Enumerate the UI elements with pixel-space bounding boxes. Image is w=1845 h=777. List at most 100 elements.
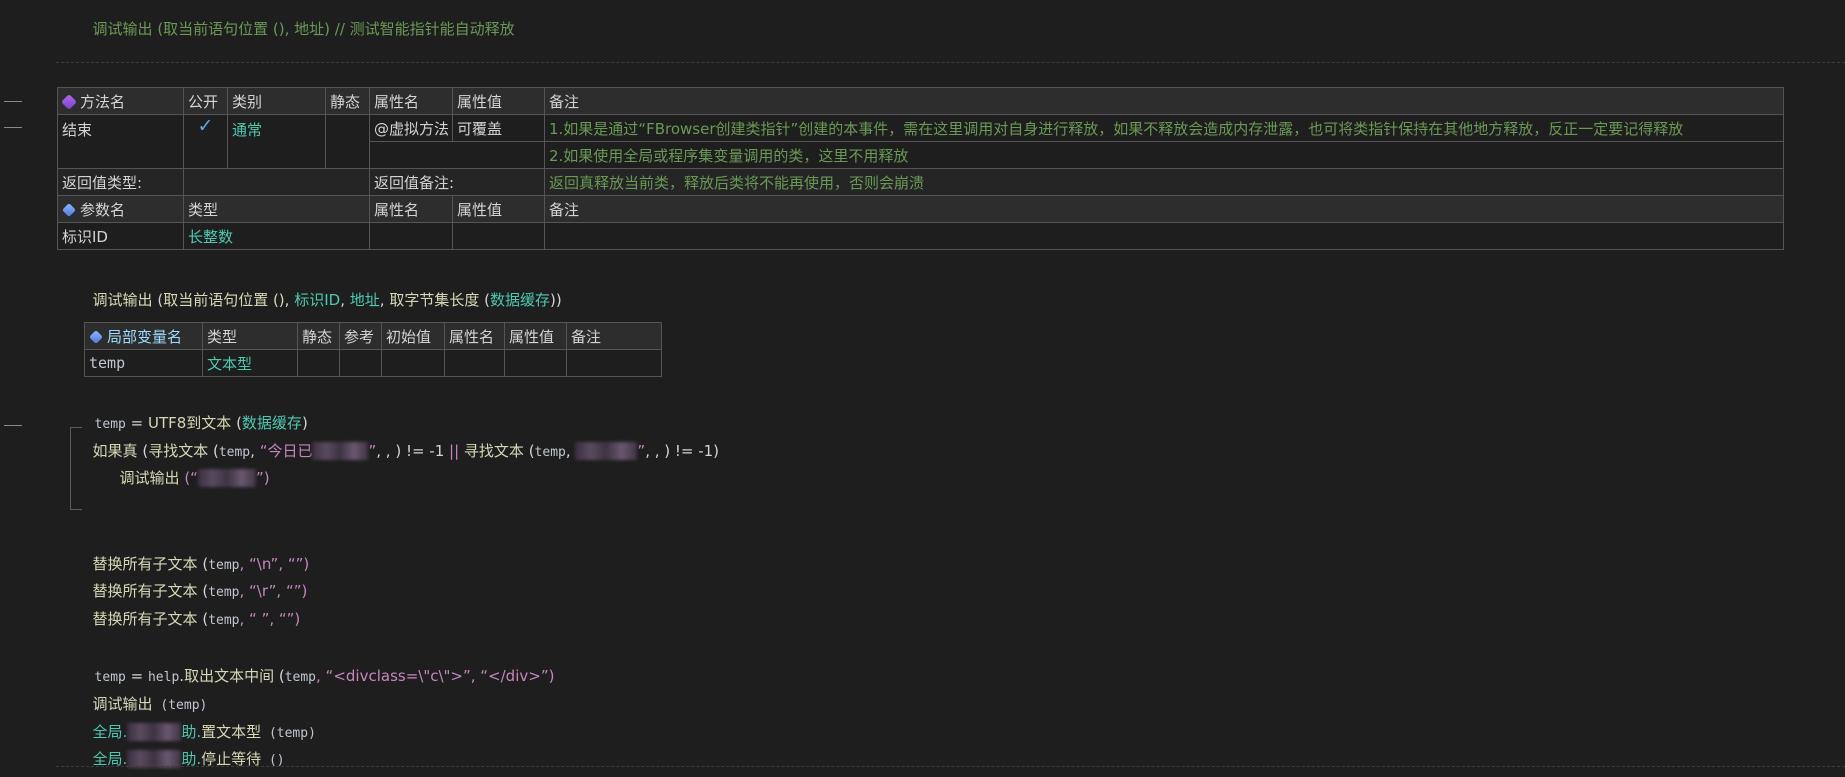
param-header-row: 参数名 类型 属性名 属性值 备注 [57,195,1784,223]
local-remark-header: 备注 [566,322,662,350]
local-type-cell[interactable]: 文本型 [202,349,298,377]
punct: (“ [179,469,198,487]
local-attr-name-header: 属性名 [444,322,505,350]
code-line-global-stop[interactable]: 全局. 助.停止等待 () [83,720,285,768]
local-ref-header: 参考 [339,322,382,350]
code-line-debug-temp[interactable]: 调试输出 (temp) [83,665,208,713]
code-line-if-body[interactable]: 调试输出 (“ ”) [110,439,270,487]
punct: ( [479,291,490,309]
code-line-replace-3[interactable]: 替换所有子文本 (temp, “ ”, “”) [83,580,301,628]
code-line-if[interactable]: 如果真 (寻找文本 (temp, “今日已”, , ) != -1 || 寻找文… [83,412,719,460]
punct: , [340,291,350,309]
code-line-replace-2[interactable]: 替换所有子文本 (temp, “\r”, “”) [83,552,308,600]
fold-marker[interactable] [4,101,22,102]
string-literal: , “<divclass=\"c\">”, “</div>”) [316,667,555,685]
attr-name-header: 属性名 [369,87,453,115]
attr-value-cell[interactable]: 可覆盖 [452,114,545,142]
return-remark-label: 返回值备注: [369,168,545,196]
punct: , , ) != -1 [376,442,450,460]
return-row: 返回值类型: 返回值备注: 返回真释放当前类，释放后类将不能再使用，否则会崩溃 [57,168,1784,196]
local-remark-cell[interactable] [566,349,662,377]
attr-value-header: 属性值 [452,87,545,115]
local-type-header: 类型 [202,322,298,350]
param-remark-cell[interactable] [544,222,1784,250]
local-ref-cell[interactable] [339,349,382,377]
local-static-cell[interactable] [297,349,340,377]
method-icon [61,93,77,110]
arg: 取字节集长度 [389,291,480,309]
if-block-guide-end [70,509,82,510]
code-line-debug-top[interactable]: 调试输出 (取当前语句位置 (), 地址) // 测试智能指针能自动释放 [83,0,515,38]
static-cell[interactable] [325,114,370,169]
public-check-cell[interactable]: ✓ [183,114,228,169]
redacted-text [197,469,256,487]
local-init-cell[interactable] [381,349,445,377]
arg: 地址 [349,291,380,309]
param-remark-header: 备注 [544,195,1784,223]
local-row: temp 文本型 [84,349,662,377]
return-type-cell[interactable] [183,168,370,196]
code-line-utf8[interactable]: temp = UTF8到文本 (数据缓存) [85,384,308,432]
param-icon [62,202,76,217]
fold-marker[interactable] [4,127,22,128]
local-name-cell[interactable]: temp [84,349,203,377]
param-type-cell[interactable]: 长整数 [183,222,370,250]
remark-cell-2[interactable]: 2.如果使用全局或程序集变量调用的类，这里不用释放 [544,141,1784,169]
redacted-text [575,442,638,460]
remark-header: 备注 [544,87,1784,115]
param-row: 标识ID 长整数 [57,222,1784,250]
code-line-get-middle[interactable]: temp = help.取出文本中间 (temp, “<divclass=\"c… [85,637,555,685]
local-attr-value-header: 属性值 [504,322,567,350]
code-line-replace-1[interactable]: 替换所有子文本 (temp, “\n”, “”) [83,525,310,573]
param-name-cell[interactable]: 标识ID [57,222,184,250]
param-name-header: 参数名 [57,195,184,223]
function-name: 寻找文本 [459,442,524,460]
category-header: 类别 [227,87,326,115]
punct: ( [523,442,535,460]
method-row: 结束 ✓ 通常 @虚拟方法 可覆盖 1.如果是通过“FBrowser创建类指针”… [57,114,1784,169]
category-cell[interactable]: 通常 [227,114,326,169]
param-attr-name-cell[interactable] [369,222,453,250]
arg: 取当前语句位置 () [163,291,285,309]
punct: ( [152,291,164,309]
variable: temp [534,445,566,460]
punct: ”) [255,469,270,487]
punct: , , ) != -1) [645,442,720,460]
method-header-row: 方法名 公开 类别 静态 属性名 属性值 备注 [57,87,1784,115]
punct: ( [274,667,285,685]
method-table: 方法名 公开 类别 静态 属性名 属性值 备注 结束 ✓ 通常 @虚拟方法 可覆… [57,87,1784,250]
string-literal: , “ ”, “”) [239,610,301,628]
local-attr-name-cell[interactable] [444,349,505,377]
punct: , [565,442,576,460]
attr-empty-cell[interactable] [369,141,545,169]
separator [56,766,1845,767]
arg: 数据缓存 [489,291,550,309]
param-attr-value-header: 属性值 [452,195,545,223]
param-type-header: 类型 [183,195,370,223]
if-block-guide-start [70,427,82,428]
code-line-debug-output[interactable]: 调试输出 (取当前语句位置 (), 标识ID, 地址, 取字节集长度 (数据缓存… [83,261,562,309]
fold-marker[interactable] [4,425,22,426]
remark-cell-1[interactable]: 1.如果是通过“FBrowser创建类指针”创建的本事件，需在这里调用对自身进行… [544,114,1784,142]
local-attr-value-cell[interactable] [504,349,567,377]
local-var-icon [89,329,103,344]
code-line-global-set[interactable]: 全局. 助.置文本型 (temp) [83,693,316,741]
return-type-label: 返回值类型: [57,168,184,196]
method-name-cell[interactable]: 结束 [57,114,184,169]
attr-name-cell[interactable]: @虚拟方法 [369,114,453,142]
variable: temp [284,670,317,685]
param-attr-value-cell[interactable] [452,222,545,250]
local-init-header: 初始值 [381,322,445,350]
local-variable-table: 局部变量名 类型 静态 参考 初始值 属性名 属性值 备注 temp 文本型 [84,322,662,377]
return-remark-cell[interactable]: 返回真释放当前类，释放后类将不能再使用，否则会崩溃 [544,168,1784,196]
operator: || [449,442,460,460]
punct: , [379,291,390,309]
function-name: 调试输出 [92,291,153,309]
code-text: 调试输出 (取当前语句位置 (), 地址) // 测试智能指针能自动释放 [92,20,515,38]
if-block-guide [70,427,71,509]
local-static-header: 静态 [297,322,340,350]
local-name-header: 局部变量名 [84,322,203,350]
function-name: 替换所有子文本 [92,610,198,628]
method-name-header: 方法名 [57,87,184,115]
separator [56,62,1845,63]
